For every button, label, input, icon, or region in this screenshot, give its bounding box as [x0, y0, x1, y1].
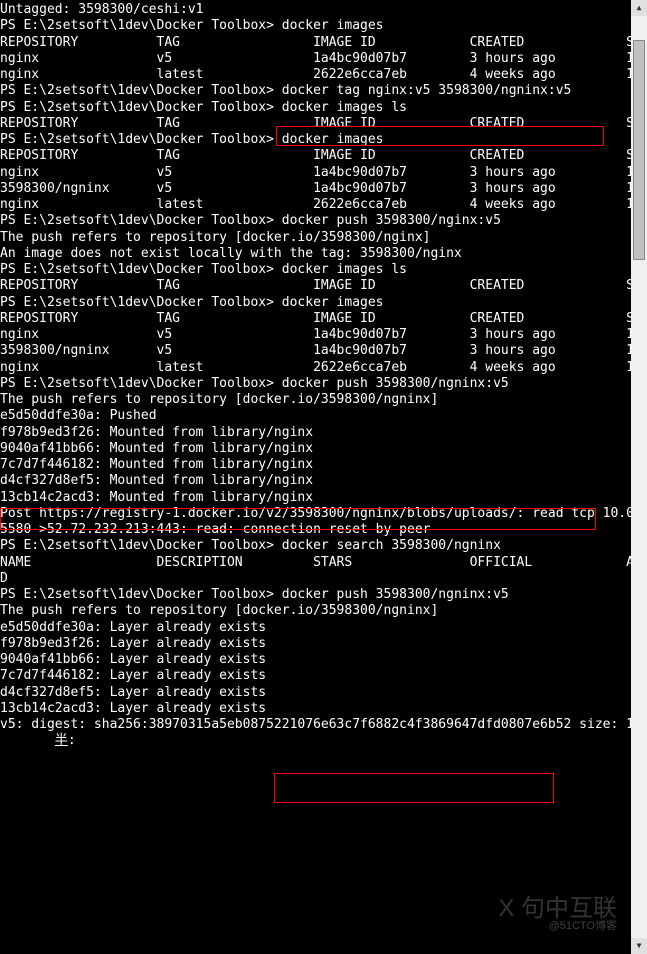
terminal-line: PS E:\2setsoft\1dev\Docker Toolbox> dock… [0, 262, 631, 278]
terminal-line: 9040af41bb66: Mounted from library/nginx [0, 441, 631, 457]
terminal-line: 9040af41bb66: Layer already exists [0, 652, 631, 668]
terminal-line: f978b9ed3f26: Layer already exists [0, 636, 631, 652]
terminal-line: 5580->52.72.232.213:443: read: connectio… [0, 522, 631, 538]
terminal-line: d4cf327d8ef5: Mounted from library/nginx [0, 473, 631, 489]
terminal-line: REPOSITORY TAG IMAGE ID CREATED SIZE [0, 116, 631, 132]
terminal-line: nginx v5 1a4bc90d07b7 3 hours ago 132MB [0, 327, 631, 343]
terminal-line: 7c7d7f446182: Mounted from library/nginx [0, 457, 631, 473]
terminal-line: nginx latest 2622e6cca7eb 4 weeks ago 13… [0, 67, 631, 83]
terminal-line: 7c7d7f446182: Layer already exists [0, 668, 631, 684]
terminal-line: d4cf327d8ef5: Layer already exists [0, 685, 631, 701]
terminal-output[interactable]: Untagged: 3598300/ceshi:v1PS E:\2setsoft… [0, 0, 631, 752]
terminal-line: nginx v5 1a4bc90d07b7 3 hours ago 132MB [0, 51, 631, 67]
terminal-line: D [0, 571, 631, 587]
terminal-line: 3598300/ngninx v5 1a4bc90d07b7 3 hours a… [0, 343, 631, 359]
scroll-up-arrow[interactable]: ▲ [631, 0, 647, 16]
terminal-line: PS E:\2setsoft\1dev\Docker Toolbox> dock… [0, 538, 631, 554]
terminal-line: PS E:\2setsoft\1dev\Docker Toolbox> dock… [0, 100, 631, 116]
watermark-logo: X 句中互联 [498, 894, 617, 924]
scrollbar-thumb[interactable] [633, 40, 645, 260]
terminal-line: e5d50ddfe30a: Layer already exists [0, 620, 631, 636]
terminal-line: 3598300/ngninx v5 1a4bc90d07b7 3 hours a… [0, 181, 631, 197]
scrollbar-track[interactable] [631, 16, 647, 938]
terminal-line: PS E:\2setsoft\1dev\Docker Toolbox> dock… [0, 18, 631, 34]
scroll-down-arrow[interactable]: ▼ [631, 938, 647, 954]
terminal-line: NAME DESCRIPTION STARS OFFICIAL AUTOMATE [0, 555, 631, 571]
highlight-docker-push [274, 773, 554, 803]
terminal-line: REPOSITORY TAG IMAGE ID CREATED SIZE [0, 35, 631, 51]
terminal-line: nginx latest 2622e6cca7eb 4 weeks ago 13… [0, 360, 631, 376]
terminal-line: The push refers to repository [docker.io… [0, 230, 631, 246]
terminal-line: The push refers to repository [docker.io… [0, 603, 631, 619]
terminal-line: nginx v5 1a4bc90d07b7 3 hours ago 132MB [0, 165, 631, 181]
terminal-line: REPOSITORY TAG IMAGE ID CREATED SIZE [0, 278, 631, 294]
terminal-line: PS E:\2setsoft\1dev\Docker Toolbox> dock… [0, 587, 631, 603]
terminal-line: An image does not exist locally with the… [0, 246, 631, 262]
terminal-line: Post https://registry-1.docker.io/v2/359… [0, 506, 631, 522]
terminal-line: Untagged: 3598300/ceshi:v1 [0, 2, 631, 18]
watermark-attribution: @51CTO博客 [549, 920, 617, 934]
terminal-line: PS E:\2setsoft\1dev\Docker Toolbox> dock… [0, 376, 631, 392]
terminal-line: PS E:\2setsoft\1dev\Docker Toolbox> dock… [0, 132, 631, 148]
terminal-line: The push refers to repository [docker.io… [0, 392, 631, 408]
terminal-line: e5d50ddfe30a: Pushed [0, 408, 631, 424]
terminal-line: 13cb14c2acd3: Mounted from library/nginx [0, 490, 631, 506]
terminal-line: f978b9ed3f26: Mounted from library/nginx [0, 425, 631, 441]
terminal-line: nginx latest 2622e6cca7eb 4 weeks ago 13… [0, 197, 631, 213]
terminal-line: PS E:\2setsoft\1dev\Docker Toolbox> dock… [0, 295, 631, 311]
terminal-line: PS E:\2setsoft\1dev\Docker Toolbox> dock… [0, 83, 631, 99]
terminal-line: REPOSITORY TAG IMAGE ID CREATED SIZE [0, 148, 631, 164]
terminal-line: 13cb14c2acd3: Layer already exists [0, 701, 631, 717]
terminal-line: v5: digest: sha256:38970315a5eb087522107… [0, 717, 631, 733]
terminal-line: REPOSITORY TAG IMAGE ID CREATED SIZE [0, 311, 631, 327]
terminal-line: PS E:\2setsoft\1dev\Docker Toolbox> dock… [0, 213, 631, 229]
terminal-cursor-line: 半: [0, 733, 631, 749]
vertical-scrollbar[interactable]: ▲ ▼ [631, 0, 647, 954]
